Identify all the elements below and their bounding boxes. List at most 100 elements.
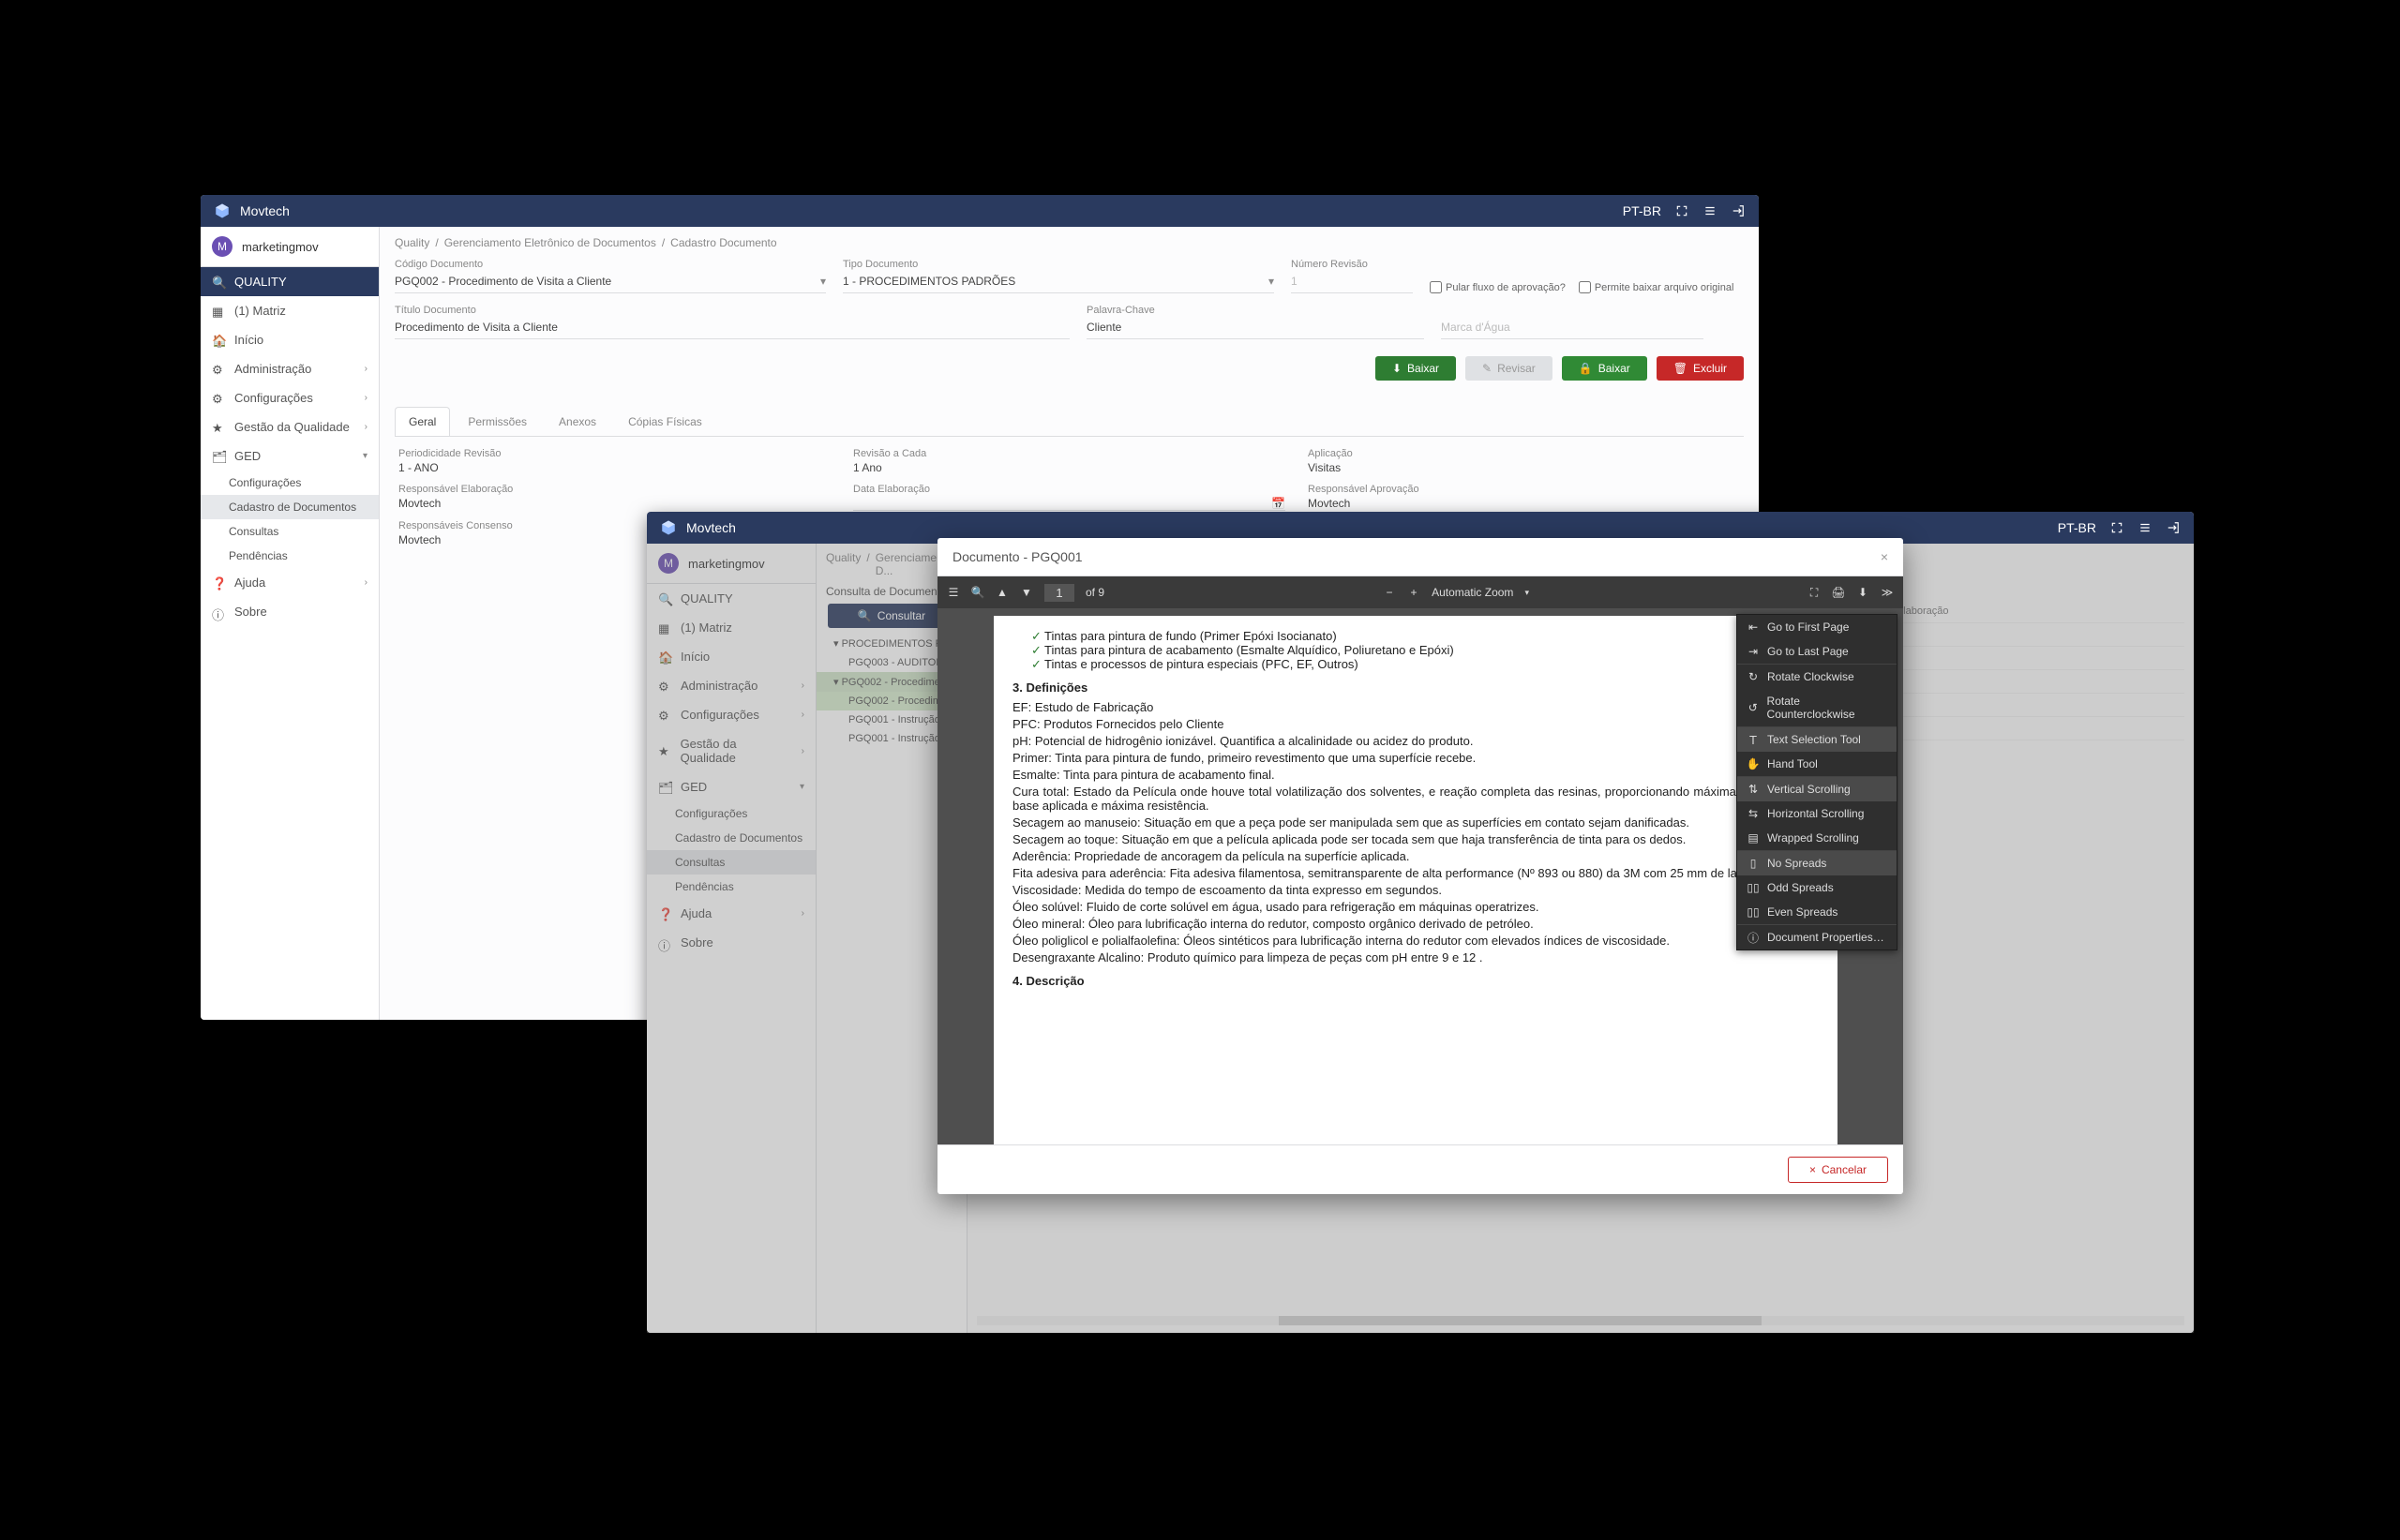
ctx-odd-spreads[interactable]: ▯▯Odd Spreads xyxy=(1737,875,1897,900)
doc-line: Primer: Tinta para pintura de fundo, pri… xyxy=(1012,751,1819,765)
next-page-icon[interactable]: ▼ xyxy=(1020,586,1033,599)
text-select-icon: Ｔ xyxy=(1747,733,1760,746)
zoom-select[interactable]: Automatic Zoom xyxy=(1432,586,1513,599)
ctx-label: Horizontal Scrolling xyxy=(1767,807,1864,820)
wrap-scroll-icon: ▤ xyxy=(1747,831,1760,845)
download-icon: ⬇ xyxy=(1392,362,1402,375)
doc-line: Fita adesiva para aderência: Fita adesiv… xyxy=(1012,866,1819,880)
last-page-icon: ⇥ xyxy=(1747,645,1760,658)
codigo-documento-select[interactable]: PGQ002 - Procedimento de Visita a Client… xyxy=(395,272,826,293)
ctx-last-page[interactable]: ⇥Go to Last Page xyxy=(1737,639,1897,664)
titulo-documento-input[interactable]: Procedimento de Visita a Cliente xyxy=(395,318,1070,339)
logout-icon[interactable] xyxy=(1731,203,1746,218)
ctx-label: Even Spreads xyxy=(1767,905,1838,919)
menu-icon[interactable] xyxy=(2138,520,2152,535)
fullscreen-icon[interactable] xyxy=(1674,203,1689,218)
doc-line: Cura total: Estado da Película onde houv… xyxy=(1012,785,1819,813)
logout-icon[interactable] xyxy=(2166,520,2181,535)
btn-label: Revisar xyxy=(1497,362,1536,375)
ctx-first-page[interactable]: ⇤Go to First Page xyxy=(1737,615,1897,639)
crumb[interactable]: Gerenciamento Eletrônico de Documentos xyxy=(444,236,656,249)
zoom-in-icon[interactable]: + xyxy=(1407,586,1420,599)
ctx-label: No Spreads xyxy=(1767,857,1826,870)
excluir-button[interactable]: 🗑Excluir xyxy=(1657,356,1744,381)
ctx-vertical-scroll[interactable]: ⇅Vertical Scrolling xyxy=(1737,777,1897,801)
sidebar-toggle-icon[interactable]: ☰ xyxy=(947,586,960,599)
resp-elab-value: Movtech xyxy=(398,497,831,510)
chevron-right-icon: › xyxy=(365,422,368,432)
baixar2-button[interactable]: 🔒 Baixar xyxy=(1562,356,1647,381)
ctx-label: Rotate Counterclockwise xyxy=(1767,695,1887,721)
user-row[interactable]: M marketingmov xyxy=(201,227,379,267)
sidebar-item-quality[interactable]: 🔍 QUALITY xyxy=(201,267,379,296)
tipo-documento-select[interactable]: 1 - PROCEDIMENTOS PADRÕES xyxy=(843,272,1274,293)
lang-label[interactable]: PT-BR xyxy=(1623,203,1661,218)
h-scroll-icon: ⇆ xyxy=(1747,807,1760,820)
sidebar-sub-config[interactable]: Configurações xyxy=(201,471,379,495)
tools-menu-icon[interactable]: ≫ xyxy=(1881,586,1894,599)
app-name: Movtech xyxy=(686,520,736,535)
page-input[interactable] xyxy=(1044,584,1074,602)
doc-line: Tintas e processos de pintura especiais … xyxy=(1031,657,1819,671)
lock-icon: 🔒 xyxy=(1579,362,1593,375)
tab-permissoes[interactable]: Permissões xyxy=(454,407,541,436)
pdf-page: Tintas para pintura de fundo (Primer Epó… xyxy=(994,616,1838,1144)
ctx-rotate-ccw[interactable]: ↺Rotate Counterclockwise xyxy=(1737,689,1897,726)
lang-label[interactable]: PT-BR xyxy=(2058,520,2096,535)
download-icon[interactable]: ⬇ xyxy=(1856,586,1869,599)
zoom-out-icon[interactable]: − xyxy=(1383,586,1396,599)
ctx-no-spreads[interactable]: ▯No Spreads xyxy=(1737,851,1897,875)
chevron-right-icon: › xyxy=(365,393,368,403)
revisar-button[interactable]: ✎Revisar xyxy=(1465,356,1552,381)
info-icon: ⓘ xyxy=(1747,931,1760,944)
doc-line: Viscosidade: Medida do tempo de escoamen… xyxy=(1012,883,1819,897)
marca-dagua-input[interactable]: Marca d'Água xyxy=(1441,318,1703,339)
field-label: Responsável Aprovação xyxy=(1308,484,1740,495)
sidebar-sub-consultas[interactable]: Consultas xyxy=(201,519,379,544)
close-icon[interactable]: × xyxy=(1881,549,1888,564)
ctx-text-select[interactable]: ＴText Selection Tool xyxy=(1737,727,1897,752)
search-icon[interactable]: 🔍 xyxy=(971,586,984,599)
pular-fluxo-checkbox[interactable]: Pular fluxo de aprovação? xyxy=(1430,281,1566,293)
tab-anexos[interactable]: Anexos xyxy=(545,407,610,436)
permite-baixar-checkbox[interactable]: Permite baixar arquivo original xyxy=(1579,281,1734,293)
palavra-chave-input[interactable]: Cliente xyxy=(1087,318,1424,339)
tab-geral[interactable]: Geral xyxy=(395,407,450,436)
ctx-even-spreads[interactable]: ▯▯Even Spreads xyxy=(1737,900,1897,924)
sidebar-item-administracao[interactable]: ⚙Administração› xyxy=(201,354,379,383)
sidebar-item-inicio[interactable]: 🏠Início xyxy=(201,325,379,354)
ctx-hand-tool[interactable]: ✋Hand Tool xyxy=(1737,752,1897,776)
sidebar-item-label: Gestão da Qualidade xyxy=(234,420,350,434)
sidebar-item-sobre[interactable]: ⓘSobre xyxy=(201,597,379,626)
fullscreen-icon[interactable] xyxy=(2109,520,2124,535)
ctx-rotate-cw[interactable]: ↻Rotate Clockwise xyxy=(1737,665,1897,689)
presentation-icon[interactable]: ⛶ xyxy=(1808,586,1821,599)
sidebar-item-configuracoes[interactable]: ⚙Configurações› xyxy=(201,383,379,412)
field-label: Tipo Documento xyxy=(843,259,1274,270)
ctx-doc-properties[interactable]: ⓘDocument Properties… xyxy=(1737,925,1897,949)
sidebar-item-ajuda[interactable]: ❓Ajuda› xyxy=(201,568,379,597)
doc-line: Tintas para pintura de fundo (Primer Epó… xyxy=(1031,629,1819,643)
crumb[interactable]: Quality xyxy=(395,236,429,249)
data-elab-value[interactable]: 📅 xyxy=(853,497,1285,511)
sidebar-item-gestao[interactable]: ★Gestão da Qualidade› xyxy=(201,412,379,441)
field-label: Título Documento xyxy=(395,305,1070,316)
btn-label: Baixar xyxy=(1598,362,1630,375)
print-icon[interactable]: 🖨 xyxy=(1832,586,1845,599)
sidebar-item-ged[interactable]: 🗂GED▾ xyxy=(201,441,379,471)
sliders-icon: ⚙ xyxy=(212,392,225,405)
field-label: Responsável Elaboração xyxy=(398,484,831,495)
sidebar-sub-pendencias[interactable]: Pendências xyxy=(201,544,379,568)
sidebar-sub-cadastro[interactable]: Cadastro de Documentos xyxy=(201,495,379,519)
sidebar-item-matriz[interactable]: ▦(1) Matriz xyxy=(201,296,379,325)
tab-copias[interactable]: Cópias Físicas xyxy=(614,407,716,436)
sidebar-item-label: Ajuda xyxy=(234,576,265,590)
periodicidade-value: 1 - ANO xyxy=(398,461,831,474)
cancel-button[interactable]: ×Cancelar xyxy=(1788,1157,1888,1183)
prev-page-icon[interactable]: ▲ xyxy=(996,586,1009,599)
baixar-button[interactable]: ⬇Baixar xyxy=(1375,356,1456,381)
menu-icon[interactable] xyxy=(1702,203,1718,218)
aplicacao-value: Visitas xyxy=(1308,461,1740,474)
ctx-horizontal-scroll[interactable]: ⇆ Horizontal Scrolling xyxy=(1737,801,1897,826)
ctx-wrapped-scroll[interactable]: ▤Wrapped Scrolling xyxy=(1737,826,1897,850)
